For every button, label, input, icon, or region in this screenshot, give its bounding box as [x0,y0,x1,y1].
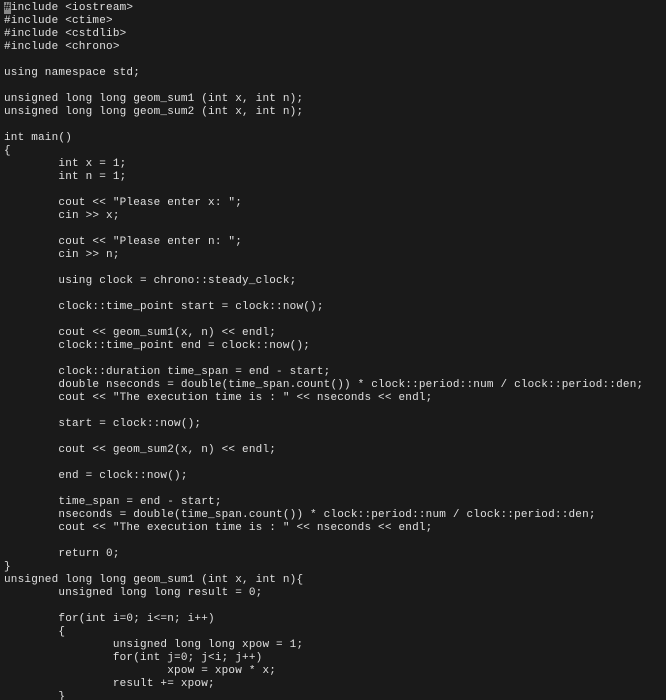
code-line: for(int j=0; j<i; j++) [4,652,262,664]
code-line: cout << "Please enter n: "; [4,236,242,248]
code-line: cout << geom_sum1(x, n) << endl; [4,327,276,339]
code-line: clock::duration time_span = end - start; [4,366,330,378]
code-line: #include <ctime> [4,15,113,27]
code-line: cin >> x; [4,210,120,222]
code-line: for(int i=0; i<=n; i++) [4,613,215,625]
code-line: time_span = end - start; [4,496,222,508]
code-line: cout << "The execution time is : " << ns… [4,392,432,404]
code-line: start = clock::now(); [4,418,201,430]
code-line: { [4,626,65,638]
code-line: #include <chrono> [4,41,120,53]
cursor: # [4,2,11,14]
code-line: end = clock::now(); [4,470,188,482]
code-line: xpow = xpow * x; [4,665,276,677]
code-line: unsigned long long geom_sum2 (int x, int… [4,106,303,118]
code-line: int x = 1; [4,158,126,170]
code-line: cin >> n; [4,249,120,261]
code-line: unsigned long long result = 0; [4,587,262,599]
code-line: result += xpow; [4,678,215,690]
code-line: } [4,561,11,573]
code-line: cout << geom_sum2(x, n) << endl; [4,444,276,456]
code-line: unsigned long long xpow = 1; [4,639,303,651]
code-line: cout << "Please enter x: "; [4,197,242,209]
code-line: #include <cstdlib> [4,28,126,40]
code-line: clock::time_point start = clock::now(); [4,301,324,313]
code-line: unsigned long long geom_sum1 (int x, int… [4,574,303,586]
code-line: cout << "The execution time is : " << ns… [4,522,432,534]
code-line: { [4,145,11,157]
code-line: return 0; [4,548,120,560]
code-line: clock::time_point end = clock::now(); [4,340,310,352]
code-line: using namespace std; [4,67,140,79]
code-line: include <iostream> [11,2,133,14]
code-line: double nseconds = double(time_span.count… [4,379,643,391]
code-line: int main() [4,132,72,144]
code-line: int n = 1; [4,171,126,183]
code-editor[interactable]: #include <iostream> #include <ctime> #in… [0,0,666,700]
code-line: unsigned long long geom_sum1 (int x, int… [4,93,303,105]
code-line: using clock = chrono::steady_clock; [4,275,296,287]
code-line: nseconds = double(time_span.count()) * c… [4,509,596,521]
code-line: } [4,691,65,700]
